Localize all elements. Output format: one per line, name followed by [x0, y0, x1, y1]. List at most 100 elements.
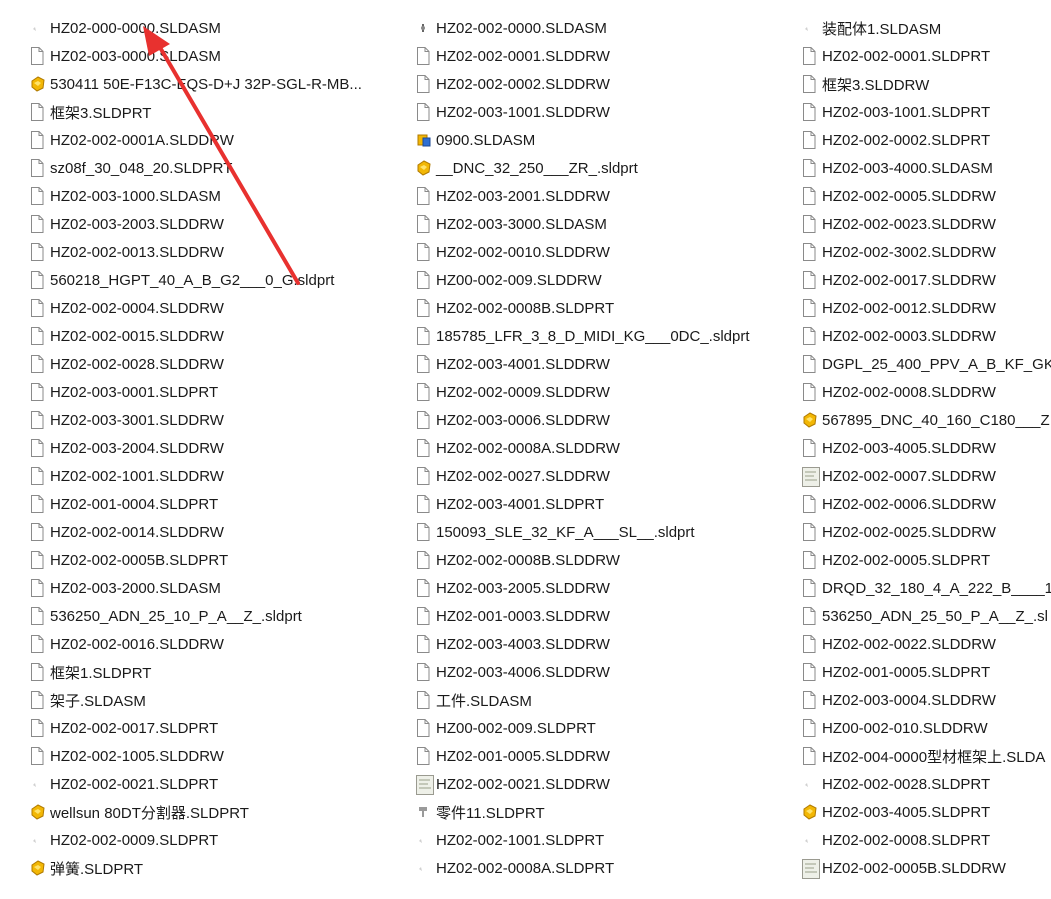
file-item[interactable]: 185785_LFR_3_8_D_MIDI_KG___0DC_.sldprt — [416, 322, 796, 350]
file-item[interactable]: __DNC_32_250___ZR_.sldprt — [416, 154, 796, 182]
file-item[interactable]: HZ02-003-1000.SLDASM — [30, 182, 400, 210]
file-item[interactable]: HZ02-002-0016.SLDDRW — [30, 630, 400, 658]
file-name: HZ02-002-0025.SLDDRW — [822, 523, 996, 541]
file-item[interactable]: HZ02-002-0008B.SLDDRW — [416, 546, 796, 574]
file-item[interactable]: HZ00-002-009.SLDDRW — [416, 266, 796, 294]
blank-file-icon — [30, 327, 44, 345]
file-item[interactable]: DGPL_25_400_PPV_A_B_KF_GK_S — [802, 350, 1051, 378]
file-item[interactable]: HZ02-002-0014.SLDDRW — [30, 518, 400, 546]
file-item[interactable]: HZ02-002-0005.SLDDRW — [802, 182, 1051, 210]
file-item[interactable]: HZ02-002-0021.SLDPRT — [30, 770, 400, 798]
file-item[interactable]: HZ02-002-0002.SLDPRT — [802, 126, 1051, 154]
file-item[interactable]: 框架1.SLDPRT — [30, 658, 400, 686]
file-item[interactable]: HZ00-002-010.SLDDRW — [802, 714, 1051, 742]
file-item[interactable]: HZ02-002-0021.SLDDRW — [416, 770, 796, 798]
file-item[interactable]: HZ02-003-2004.SLDDRW — [30, 434, 400, 462]
file-item[interactable]: HZ02-002-0023.SLDDRW — [802, 210, 1051, 238]
file-item[interactable]: HZ02-003-0000.SLDASM — [30, 42, 400, 70]
file-item[interactable]: HZ02-003-4006.SLDDRW — [416, 658, 796, 686]
file-item[interactable]: HZ02-002-1005.SLDDRW — [30, 742, 400, 770]
file-item[interactable]: HZ02-002-0015.SLDDRW — [30, 322, 400, 350]
file-item[interactable]: HZ02-002-0002.SLDDRW — [416, 70, 796, 98]
faint-file-icon — [802, 831, 816, 849]
file-item[interactable]: HZ00-002-009.SLDPRT — [416, 714, 796, 742]
file-item[interactable]: 零件11.SLDPRT — [416, 798, 796, 826]
file-item[interactable]: HZ02-002-0005.SLDPRT — [802, 546, 1051, 574]
file-item[interactable]: HZ02-002-0005B.SLDDRW — [802, 854, 1051, 882]
file-item[interactable]: HZ02-002-0006.SLDDRW — [802, 490, 1051, 518]
file-item[interactable]: HZ02-003-4000.SLDASM — [802, 154, 1051, 182]
file-item[interactable]: HZ02-002-0009.SLDDRW — [416, 378, 796, 406]
file-item[interactable]: 装配体1.SLDASM — [802, 14, 1051, 42]
file-item[interactable]: HZ02-002-0017.SLDDRW — [802, 266, 1051, 294]
file-item[interactable]: 536250_ADN_25_10_P_A__Z_.sldprt — [30, 602, 400, 630]
file-item[interactable]: HZ02-001-0003.SLDDRW — [416, 602, 796, 630]
file-item[interactable]: HZ02-002-1001.SLDDRW — [30, 462, 400, 490]
file-item[interactable]: HZ02-004-0000型材框架上.SLDA — [802, 742, 1051, 770]
file-item[interactable]: HZ02-002-0012.SLDDRW — [802, 294, 1051, 322]
file-item[interactable]: HZ02-002-0009.SLDPRT — [30, 826, 400, 854]
file-item[interactable]: HZ02-002-0004.SLDDRW — [30, 294, 400, 322]
file-item[interactable]: HZ02-002-0005B.SLDPRT — [30, 546, 400, 574]
file-item[interactable]: HZ02-000-0000.SLDASM — [30, 14, 400, 42]
file-item[interactable]: HZ02-003-0001.SLDPRT — [30, 378, 400, 406]
file-item[interactable]: HZ02-003-2000.SLDASM — [30, 574, 400, 602]
file-item[interactable]: sz08f_30_048_20.SLDPRT — [30, 154, 400, 182]
file-item[interactable]: HZ02-002-0008A.SLDDRW — [416, 434, 796, 462]
file-item[interactable]: HZ02-003-2003.SLDDRW — [30, 210, 400, 238]
file-item[interactable]: HZ02-002-0001.SLDPRT — [802, 42, 1051, 70]
file-item[interactable]: HZ02-002-0022.SLDDRW — [802, 630, 1051, 658]
file-item[interactable]: HZ02-003-0006.SLDDRW — [416, 406, 796, 434]
file-item[interactable]: HZ02-003-4005.SLDDRW — [802, 434, 1051, 462]
file-item[interactable]: HZ02-002-0003.SLDDRW — [802, 322, 1051, 350]
file-item[interactable]: HZ02-003-4003.SLDDRW — [416, 630, 796, 658]
file-item[interactable]: HZ02-002-0000.SLDASM — [416, 14, 796, 42]
file-item[interactable]: HZ02-003-2005.SLDDRW — [416, 574, 796, 602]
file-item[interactable]: HZ02-003-1001.SLDDRW — [416, 98, 796, 126]
file-item[interactable]: HZ02-002-0008B.SLDPRT — [416, 294, 796, 322]
file-item[interactable]: HZ02-003-2001.SLDDRW — [416, 182, 796, 210]
blank-file-icon — [416, 75, 430, 93]
file-item[interactable]: HZ02-002-0001A.SLDDRW — [30, 126, 400, 154]
file-item[interactable]: HZ02-001-0005.SLDDRW — [416, 742, 796, 770]
file-item[interactable]: HZ02-002-0028.SLDPRT — [802, 770, 1051, 798]
file-item[interactable]: HZ02-002-0027.SLDDRW — [416, 462, 796, 490]
file-item[interactable]: HZ02-002-0007.SLDDRW — [802, 462, 1051, 490]
file-item[interactable]: HZ02-003-0004.SLDDRW — [802, 686, 1051, 714]
file-item[interactable]: 567895_DNC_40_160_C180___Z — [802, 406, 1051, 434]
file-item[interactable]: HZ02-002-0025.SLDDRW — [802, 518, 1051, 546]
file-item[interactable]: 框架3.SLDDRW — [802, 70, 1051, 98]
file-item[interactable]: HZ02-002-1001.SLDPRT — [416, 826, 796, 854]
file-item[interactable]: 0900.SLDASM — [416, 126, 796, 154]
blank-file-icon — [802, 299, 816, 317]
file-item[interactable]: DRQD_32_180_4_A_222_B____18 — [802, 574, 1051, 602]
drawing-thumb-icon — [802, 859, 820, 879]
file-item[interactable]: HZ02-003-3001.SLDDRW — [30, 406, 400, 434]
file-item[interactable]: 架子.SLDASM — [30, 686, 400, 714]
file-item[interactable]: HZ02-002-0028.SLDDRW — [30, 350, 400, 378]
file-item[interactable]: HZ02-002-0013.SLDDRW — [30, 238, 400, 266]
file-item[interactable]: HZ02-003-4001.SLDDRW — [416, 350, 796, 378]
file-item[interactable]: HZ02-002-0008.SLDPRT — [802, 826, 1051, 854]
file-item[interactable]: 530411 50E-F13C-EQS-D+J 32P-SGL-R-MB... — [30, 70, 400, 98]
file-item[interactable]: 536250_ADN_25_50_P_A__Z_.sl — [802, 602, 1051, 630]
file-item[interactable]: HZ02-002-0001.SLDDRW — [416, 42, 796, 70]
file-item[interactable]: HZ02-003-1001.SLDPRT — [802, 98, 1051, 126]
file-item[interactable]: HZ02-003-4001.SLDPRT — [416, 490, 796, 518]
file-item[interactable]: HZ02-002-0017.SLDPRT — [30, 714, 400, 742]
file-item[interactable]: 工件.SLDASM — [416, 686, 796, 714]
file-item[interactable]: HZ02-001-0005.SLDPRT — [802, 658, 1051, 686]
file-item[interactable]: HZ02-003-3000.SLDASM — [416, 210, 796, 238]
file-item[interactable]: 150093_SLE_32_KF_A___SL__.sldprt — [416, 518, 796, 546]
file-name: HZ02-003-0004.SLDDRW — [822, 691, 996, 709]
file-item[interactable]: HZ02-002-0008.SLDDRW — [802, 378, 1051, 406]
file-item[interactable]: 560218_HGPT_40_A_B_G2___0_G.sldprt — [30, 266, 400, 294]
file-item[interactable]: wellsun 80DT分割器.SLDPRT — [30, 798, 400, 826]
file-item[interactable]: HZ02-002-0010.SLDDRW — [416, 238, 796, 266]
file-item[interactable]: HZ02-003-4005.SLDPRT — [802, 798, 1051, 826]
file-item[interactable]: 弹簧.SLDPRT — [30, 854, 400, 882]
file-item[interactable]: HZ02-001-0004.SLDPRT — [30, 490, 400, 518]
file-item[interactable]: HZ02-002-0008A.SLDPRT — [416, 854, 796, 882]
file-item[interactable]: 框架3.SLDPRT — [30, 98, 400, 126]
file-item[interactable]: HZ02-002-3002.SLDDRW — [802, 238, 1051, 266]
